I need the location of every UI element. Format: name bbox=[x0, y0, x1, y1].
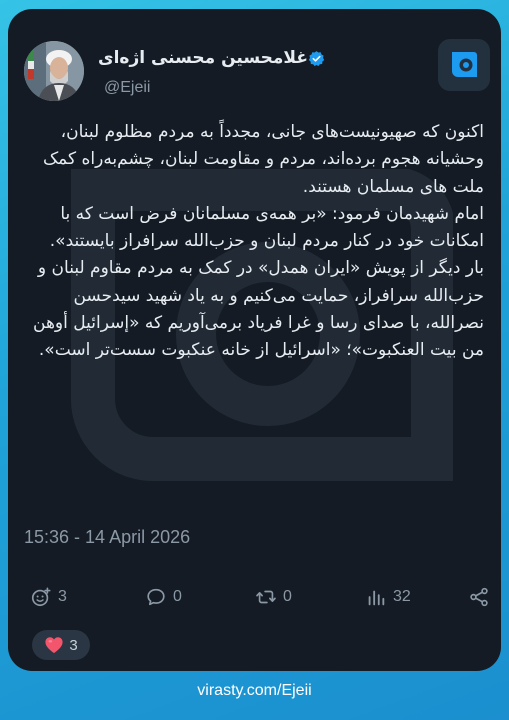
comments-count: 0 bbox=[173, 588, 182, 605]
comment-button[interactable]: 0 bbox=[145, 577, 182, 617]
reposts-count: 0 bbox=[283, 588, 292, 605]
app-logo-glyph bbox=[452, 52, 477, 77]
post-paragraph: اکنون که صهیونیست‌های جانی، مجدداً به مر… bbox=[42, 122, 484, 197]
add-reaction-icon bbox=[31, 587, 51, 607]
heart-reaction-count: 3 bbox=[69, 636, 78, 654]
post-timestamp: 15:36 - 14 April 2026 bbox=[24, 527, 191, 547]
views-chart-icon bbox=[368, 590, 385, 606]
heart-reaction-summary[interactable]: 3 bbox=[32, 630, 90, 660]
avatar-portrait bbox=[24, 41, 84, 101]
post-paragraph: امام شهیدمان فرمود: «بر همه‌ی مسلمانان ف… bbox=[49, 203, 484, 252]
views-button[interactable]: 32 bbox=[365, 577, 411, 617]
action-bar: 3 0 0 32 bbox=[30, 577, 490, 617]
reactions-button[interactable]: 3 bbox=[30, 577, 67, 617]
repost-button[interactable]: 0 bbox=[255, 577, 292, 617]
post-paragraph: بار دیگر از پویش «ایران همدل» در کمک به … bbox=[33, 258, 484, 361]
verified-badge-icon bbox=[308, 50, 325, 66]
share-icon bbox=[470, 587, 488, 607]
post-body: اکنون که صهیونیست‌های جانی، مجدداً به مر… bbox=[30, 119, 484, 365]
virasty-logo-icon[interactable] bbox=[438, 39, 490, 91]
author-handle[interactable]: @Ejeii bbox=[104, 79, 150, 97]
views-count: 32 bbox=[393, 588, 411, 605]
profile-link[interactable]: virasty.com/Ejeii bbox=[0, 682, 509, 700]
comment-icon bbox=[147, 588, 165, 606]
repost-icon bbox=[256, 590, 276, 604]
post-card: غلامحسین محسنی اژه‌ای @Ejeii اکنون که صه… bbox=[8, 9, 501, 671]
author-row: غلامحسین محسنی اژه‌ای bbox=[98, 45, 428, 71]
heart-icon bbox=[44, 636, 64, 654]
share-button[interactable] bbox=[468, 577, 496, 617]
reactions-count: 3 bbox=[58, 588, 67, 605]
avatar[interactable] bbox=[24, 41, 84, 101]
author-name[interactable]: غلامحسین محسنی اژه‌ای bbox=[98, 48, 308, 68]
